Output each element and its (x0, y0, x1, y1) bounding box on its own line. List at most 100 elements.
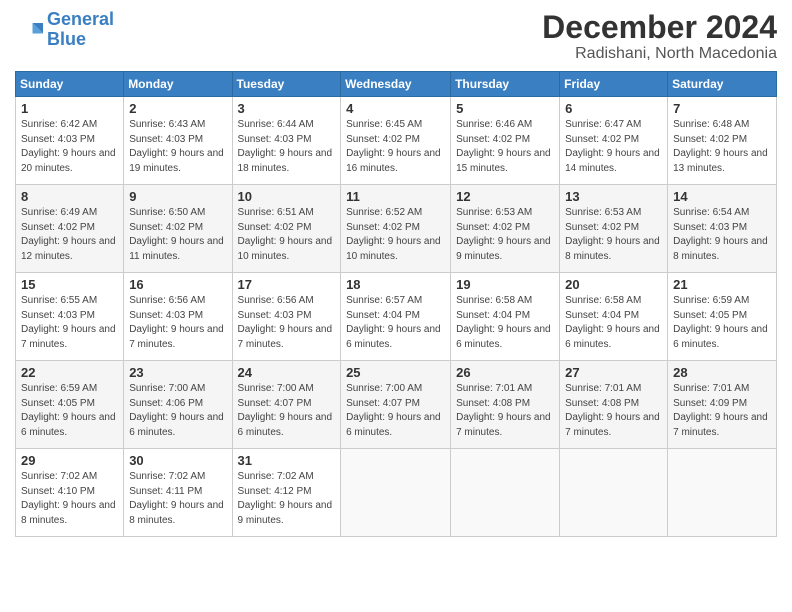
day-info: Sunrise: 6:47 AMSunset: 4:02 PMDaylight:… (565, 119, 660, 174)
table-row: 14 Sunrise: 6:54 AMSunset: 4:03 PMDaylig… (668, 185, 777, 273)
col-wednesday: Wednesday (341, 72, 451, 97)
table-row: 15 Sunrise: 6:55 AMSunset: 4:03 PMDaylig… (16, 273, 124, 361)
calendar-week-row: 8 Sunrise: 6:49 AMSunset: 4:02 PMDayligh… (16, 185, 777, 273)
calendar-week-row: 22 Sunrise: 6:59 AMSunset: 4:05 PMDaylig… (16, 361, 777, 449)
day-info: Sunrise: 7:01 AMSunset: 4:08 PMDaylight:… (565, 383, 660, 438)
logo-text: General Blue (47, 10, 114, 50)
col-saturday: Saturday (668, 72, 777, 97)
table-row: 19 Sunrise: 6:58 AMSunset: 4:04 PMDaylig… (451, 273, 560, 361)
day-info: Sunrise: 7:01 AMSunset: 4:08 PMDaylight:… (456, 383, 551, 438)
table-row: 12 Sunrise: 6:53 AMSunset: 4:02 PMDaylig… (451, 185, 560, 273)
table-row (668, 449, 777, 537)
day-info: Sunrise: 6:56 AMSunset: 4:03 PMDaylight:… (129, 295, 224, 350)
day-number: 6 (565, 101, 662, 116)
day-info: Sunrise: 6:48 AMSunset: 4:02 PMDaylight:… (673, 119, 768, 174)
table-row: 18 Sunrise: 6:57 AMSunset: 4:04 PMDaylig… (341, 273, 451, 361)
day-info: Sunrise: 6:58 AMSunset: 4:04 PMDaylight:… (456, 295, 551, 350)
day-info: Sunrise: 6:50 AMSunset: 4:02 PMDaylight:… (129, 207, 224, 262)
day-info: Sunrise: 6:43 AMSunset: 4:03 PMDaylight:… (129, 119, 224, 174)
day-info: Sunrise: 6:51 AMSunset: 4:02 PMDaylight:… (238, 207, 333, 262)
table-row: 24 Sunrise: 7:00 AMSunset: 4:07 PMDaylig… (232, 361, 341, 449)
table-row: 26 Sunrise: 7:01 AMSunset: 4:08 PMDaylig… (451, 361, 560, 449)
day-info: Sunrise: 7:02 AMSunset: 4:10 PMDaylight:… (21, 471, 116, 526)
day-number: 31 (238, 453, 336, 468)
day-info: Sunrise: 7:02 AMSunset: 4:12 PMDaylight:… (238, 471, 333, 526)
calendar-table: Sunday Monday Tuesday Wednesday Thursday… (15, 71, 777, 537)
day-number: 17 (238, 277, 336, 292)
day-info: Sunrise: 6:44 AMSunset: 4:03 PMDaylight:… (238, 119, 333, 174)
table-row: 30 Sunrise: 7:02 AMSunset: 4:11 PMDaylig… (124, 449, 232, 537)
day-number: 30 (129, 453, 226, 468)
table-row: 22 Sunrise: 6:59 AMSunset: 4:05 PMDaylig… (16, 361, 124, 449)
day-number: 27 (565, 365, 662, 380)
day-number: 14 (673, 189, 771, 204)
col-friday: Friday (560, 72, 668, 97)
day-number: 8 (21, 189, 118, 204)
col-monday: Monday (124, 72, 232, 97)
day-number: 22 (21, 365, 118, 380)
table-row: 29 Sunrise: 7:02 AMSunset: 4:10 PMDaylig… (16, 449, 124, 537)
day-number: 19 (456, 277, 554, 292)
table-row: 13 Sunrise: 6:53 AMSunset: 4:02 PMDaylig… (560, 185, 668, 273)
col-thursday: Thursday (451, 72, 560, 97)
day-info: Sunrise: 7:00 AMSunset: 4:07 PMDaylight:… (346, 383, 441, 438)
table-row (341, 449, 451, 537)
col-sunday: Sunday (16, 72, 124, 97)
table-row: 31 Sunrise: 7:02 AMSunset: 4:12 PMDaylig… (232, 449, 341, 537)
day-info: Sunrise: 6:57 AMSunset: 4:04 PMDaylight:… (346, 295, 441, 350)
day-number: 23 (129, 365, 226, 380)
table-row (451, 449, 560, 537)
calendar-header-row: Sunday Monday Tuesday Wednesday Thursday… (16, 72, 777, 97)
day-info: Sunrise: 6:49 AMSunset: 4:02 PMDaylight:… (21, 207, 116, 262)
day-info: Sunrise: 7:00 AMSunset: 4:06 PMDaylight:… (129, 383, 224, 438)
day-number: 13 (565, 189, 662, 204)
table-row: 8 Sunrise: 6:49 AMSunset: 4:02 PMDayligh… (16, 185, 124, 273)
day-info: Sunrise: 6:56 AMSunset: 4:03 PMDaylight:… (238, 295, 333, 350)
table-row: 16 Sunrise: 6:56 AMSunset: 4:03 PMDaylig… (124, 273, 232, 361)
day-info: Sunrise: 6:53 AMSunset: 4:02 PMDaylight:… (456, 207, 551, 262)
logo-icon (15, 16, 43, 44)
logo: General Blue (15, 10, 114, 50)
table-row: 9 Sunrise: 6:50 AMSunset: 4:02 PMDayligh… (124, 185, 232, 273)
day-info: Sunrise: 6:46 AMSunset: 4:02 PMDaylight:… (456, 119, 551, 174)
day-number: 16 (129, 277, 226, 292)
day-number: 24 (238, 365, 336, 380)
day-number: 26 (456, 365, 554, 380)
location: Radishani, North Macedonia (542, 45, 777, 63)
day-number: 9 (129, 189, 226, 204)
table-row: 25 Sunrise: 7:00 AMSunset: 4:07 PMDaylig… (341, 361, 451, 449)
day-number: 29 (21, 453, 118, 468)
table-row: 7 Sunrise: 6:48 AMSunset: 4:02 PMDayligh… (668, 97, 777, 185)
day-info: Sunrise: 6:42 AMSunset: 4:03 PMDaylight:… (21, 119, 116, 174)
table-row (560, 449, 668, 537)
day-number: 1 (21, 101, 118, 116)
page-header: General Blue December 2024 Radishani, No… (15, 10, 777, 63)
day-info: Sunrise: 7:00 AMSunset: 4:07 PMDaylight:… (238, 383, 333, 438)
day-number: 20 (565, 277, 662, 292)
day-info: Sunrise: 6:55 AMSunset: 4:03 PMDaylight:… (21, 295, 116, 350)
table-row: 23 Sunrise: 7:00 AMSunset: 4:06 PMDaylig… (124, 361, 232, 449)
table-row: 2 Sunrise: 6:43 AMSunset: 4:03 PMDayligh… (124, 97, 232, 185)
table-row: 28 Sunrise: 7:01 AMSunset: 4:09 PMDaylig… (668, 361, 777, 449)
day-info: Sunrise: 6:54 AMSunset: 4:03 PMDaylight:… (673, 207, 768, 262)
logo-general: General (47, 9, 114, 29)
day-number: 21 (673, 277, 771, 292)
day-info: Sunrise: 7:01 AMSunset: 4:09 PMDaylight:… (673, 383, 768, 438)
day-info: Sunrise: 6:59 AMSunset: 4:05 PMDaylight:… (673, 295, 768, 350)
page-container: General Blue December 2024 Radishani, No… (0, 0, 792, 612)
day-number: 12 (456, 189, 554, 204)
table-row: 1 Sunrise: 6:42 AMSunset: 4:03 PMDayligh… (16, 97, 124, 185)
day-info: Sunrise: 6:52 AMSunset: 4:02 PMDaylight:… (346, 207, 441, 262)
day-number: 11 (346, 189, 445, 204)
day-info: Sunrise: 6:59 AMSunset: 4:05 PMDaylight:… (21, 383, 116, 438)
table-row: 17 Sunrise: 6:56 AMSunset: 4:03 PMDaylig… (232, 273, 341, 361)
table-row: 20 Sunrise: 6:58 AMSunset: 4:04 PMDaylig… (560, 273, 668, 361)
day-info: Sunrise: 6:58 AMSunset: 4:04 PMDaylight:… (565, 295, 660, 350)
table-row: 3 Sunrise: 6:44 AMSunset: 4:03 PMDayligh… (232, 97, 341, 185)
table-row: 10 Sunrise: 6:51 AMSunset: 4:02 PMDaylig… (232, 185, 341, 273)
calendar-week-row: 15 Sunrise: 6:55 AMSunset: 4:03 PMDaylig… (16, 273, 777, 361)
calendar-week-row: 1 Sunrise: 6:42 AMSunset: 4:03 PMDayligh… (16, 97, 777, 185)
month-title: December 2024 (542, 10, 777, 45)
day-number: 4 (346, 101, 445, 116)
day-number: 28 (673, 365, 771, 380)
